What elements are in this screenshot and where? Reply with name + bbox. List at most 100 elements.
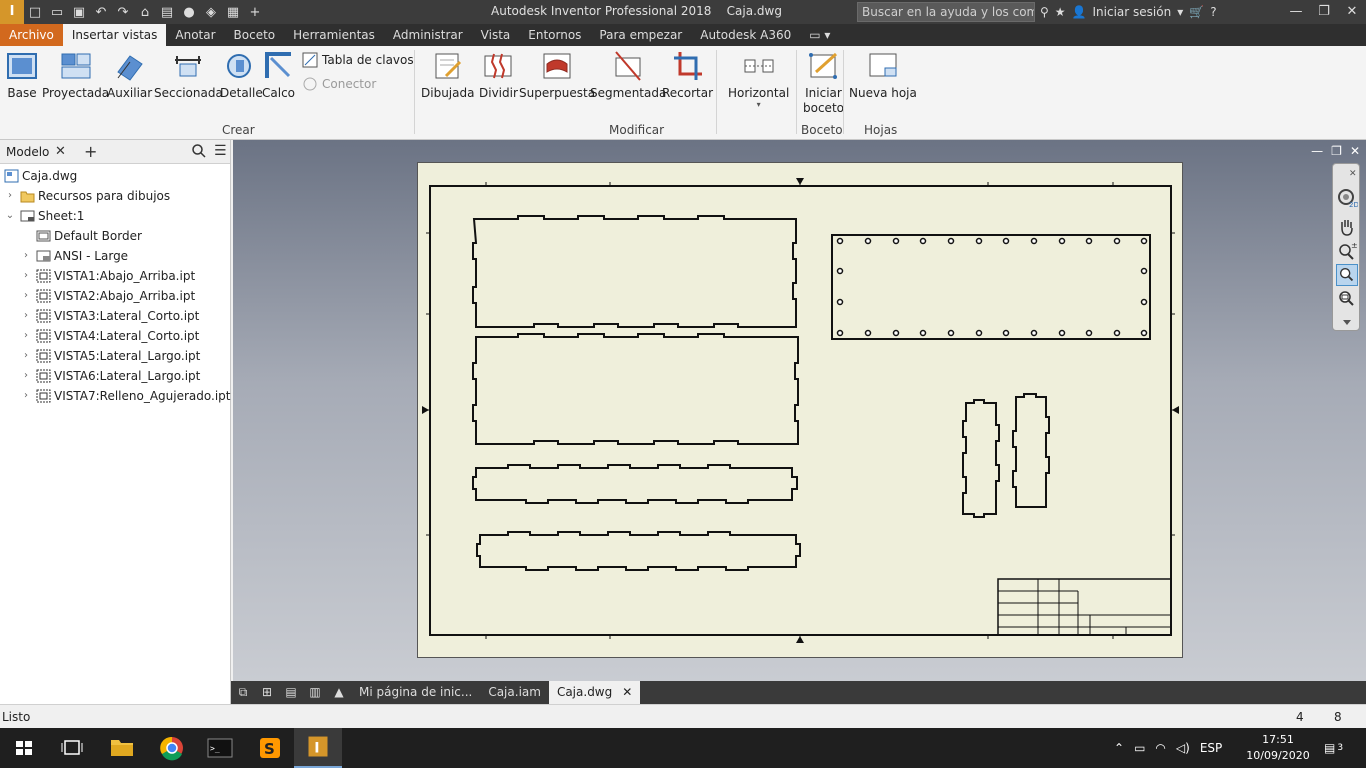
close-icon[interactable]: ✕: [1338, 0, 1366, 24]
tree-node-vista1[interactable]: › VISTA1:Abajo_Arriba.ipt: [0, 266, 230, 286]
close-icon[interactable]: ✕: [1336, 166, 1358, 188]
draft-view-button[interactable]: Dibujada: [421, 50, 474, 100]
restore-icon[interactable]: ❐: [1310, 0, 1338, 24]
doc-tab-caja-iam[interactable]: Caja.iam: [480, 681, 549, 704]
new-file-icon[interactable]: □: [24, 5, 46, 20]
expand-arrow-icon[interactable]: ›: [21, 266, 31, 286]
taskbar-clock[interactable]: 17:51 10/09/2020: [1246, 732, 1310, 764]
inventor-taskbar-icon[interactable]: I: [294, 728, 342, 768]
tab-anotar[interactable]: Anotar: [166, 24, 224, 46]
auxiliary-view-button[interactable]: Auxiliar: [107, 50, 152, 100]
nailboard-button[interactable]: Tabla de clavos: [302, 52, 414, 68]
expand-arrow-icon[interactable]: ›: [21, 346, 31, 366]
expand-arrow-icon[interactable]: ›: [21, 246, 31, 266]
tile-horizontal-icon[interactable]: ▤: [279, 681, 303, 704]
language-indicator[interactable]: ESP: [1200, 741, 1222, 755]
help-search-input[interactable]: Buscar en la ayuda y los comand: [857, 2, 1035, 22]
collapse-arrow-icon[interactable]: ⌄: [5, 206, 15, 226]
tree-node-sheet1[interactable]: ⌄ Sheet:1: [0, 206, 230, 226]
expand-arrow-icon[interactable]: ›: [21, 306, 31, 326]
tree-node-vista4[interactable]: › VISTA4:Lateral_Corto.ipt: [0, 326, 230, 346]
graphics-window[interactable]: — ❐ ✕ ✕ 2D ±: [233, 140, 1366, 681]
wifi-icon[interactable]: ◠: [1155, 741, 1165, 755]
sublime-text-icon[interactable]: S: [246, 728, 294, 768]
tree-node-vista5[interactable]: › VISTA5:Lateral_Largo.ipt: [0, 346, 230, 366]
tree-node-vista2[interactable]: › VISTA2:Abajo_Arriba.ipt: [0, 286, 230, 306]
tree-node-default-border[interactable]: Default Border: [0, 226, 230, 246]
tile-vertical-icon[interactable]: ▥: [303, 681, 327, 704]
triangle-up-icon[interactable]: ▲: [327, 681, 351, 704]
battery-icon[interactable]: ▭: [1134, 741, 1145, 755]
horizontal-button[interactable]: Horizontal ▾: [728, 50, 789, 109]
tab-vista[interactable]: Vista: [472, 24, 520, 46]
close-icon[interactable]: ✕: [622, 685, 632, 699]
pan-icon[interactable]: [1336, 216, 1358, 238]
tree-node-ansi-large[interactable]: › ANSI - Large: [0, 246, 230, 266]
break-out-button[interactable]: Superpuesta: [519, 50, 595, 100]
save-icon[interactable]: ▣: [68, 5, 90, 20]
binoculars-icon[interactable]: ⚲: [1040, 5, 1049, 19]
new-sheet-button[interactable]: Nueva hoja: [849, 50, 917, 100]
tab-archivo[interactable]: Archivo: [0, 24, 63, 46]
doc-tab-home[interactable]: Mi página de inic...: [351, 681, 480, 704]
zoom-all-icon[interactable]: [1336, 264, 1358, 286]
overlay-view-button[interactable]: Calco: [262, 50, 295, 100]
chevron-up-icon[interactable]: ⌃: [1114, 741, 1124, 755]
chrome-icon[interactable]: [148, 728, 196, 768]
signin-button[interactable]: Iniciar sesión: [1093, 5, 1172, 19]
zoom-window-icon[interactable]: [1336, 288, 1358, 310]
connector-button[interactable]: Conector: [302, 76, 376, 92]
tab-autodesk-a360[interactable]: Autodesk A360: [691, 24, 800, 46]
minimize-icon[interactable]: —: [1282, 0, 1310, 24]
expand-arrow-icon[interactable]: ›: [5, 186, 15, 206]
help-icon[interactable]: ?: [1210, 5, 1216, 19]
close-icon[interactable]: ✕: [55, 144, 66, 159]
close-icon[interactable]: ✕: [1350, 144, 1360, 158]
add-tab-icon[interactable]: +: [84, 142, 97, 161]
print-icon[interactable]: ▤: [156, 5, 178, 20]
slice-button[interactable]: Segmentada: [590, 50, 666, 100]
tab-administrar[interactable]: Administrar: [384, 24, 472, 46]
tab-herramientas[interactable]: Herramientas: [284, 24, 384, 46]
tree-node-caja-dwg[interactable]: Caja.dwg: [0, 166, 230, 186]
base-view-button[interactable]: Base: [6, 50, 38, 100]
undo-icon[interactable]: ↶: [90, 5, 112, 20]
windows-start-icon[interactable]: [0, 728, 48, 768]
tree-node-vista6[interactable]: › VISTA6:Lateral_Largo.ipt: [0, 366, 230, 386]
notification-center-icon[interactable]: ▤ 3: [1324, 728, 1343, 768]
tile-icon[interactable]: ⊞: [255, 681, 279, 704]
home-icon[interactable]: ⌂: [134, 5, 156, 20]
detail-view-button[interactable]: Detalle: [220, 50, 263, 100]
tab-boceto[interactable]: Boceto: [225, 24, 285, 46]
doc-tab-caja-dwg[interactable]: Caja.dwg ✕: [548, 681, 641, 704]
cart-icon[interactable]: 🛒: [1189, 5, 1204, 19]
drawing-sheet[interactable]: [417, 162, 1183, 658]
hamburger-menu-icon[interactable]: ☰: [214, 143, 227, 159]
tree-node-recursos[interactable]: › Recursos para dibujos: [0, 186, 230, 206]
measure-icon[interactable]: +: [244, 5, 266, 20]
cascade-icon[interactable]: ⧉: [231, 681, 255, 704]
section-view-button[interactable]: Seccionada: [154, 50, 223, 100]
break-button[interactable]: Dividir: [479, 50, 518, 100]
tab-insertar-vistas[interactable]: Insertar vistas: [62, 24, 167, 46]
material-icon[interactable]: ●: [178, 5, 200, 20]
star-icon[interactable]: ★: [1055, 5, 1066, 19]
ribbon-options-icon[interactable]: ▭ ▾: [800, 24, 839, 46]
chevron-down-icon[interactable]: ▾: [1177, 5, 1183, 19]
search-icon[interactable]: [192, 144, 206, 158]
minimize-icon[interactable]: —: [1311, 144, 1323, 158]
file-explorer-icon[interactable]: [98, 728, 146, 768]
redo-icon[interactable]: ↷: [112, 5, 134, 20]
volume-icon[interactable]: ◁): [1176, 741, 1190, 755]
crop-button[interactable]: Recortar: [662, 50, 713, 100]
steering-wheel-icon[interactable]: 2D: [1336, 186, 1358, 208]
start-sketch-button[interactable]: Iniciar boceto: [803, 50, 844, 116]
expand-arrow-icon[interactable]: ›: [21, 366, 31, 386]
task-view-icon[interactable]: [48, 728, 96, 768]
expand-arrow-icon[interactable]: ›: [21, 386, 31, 406]
tab-entornos[interactable]: Entornos: [519, 24, 590, 46]
tree-node-vista7[interactable]: › VISTA7:Relleno_Agujerado.ipt: [0, 386, 230, 406]
open-file-icon[interactable]: ▭: [46, 5, 68, 20]
inventor-logo[interactable]: I: [0, 0, 24, 24]
zoom-icon[interactable]: ±: [1336, 240, 1358, 262]
